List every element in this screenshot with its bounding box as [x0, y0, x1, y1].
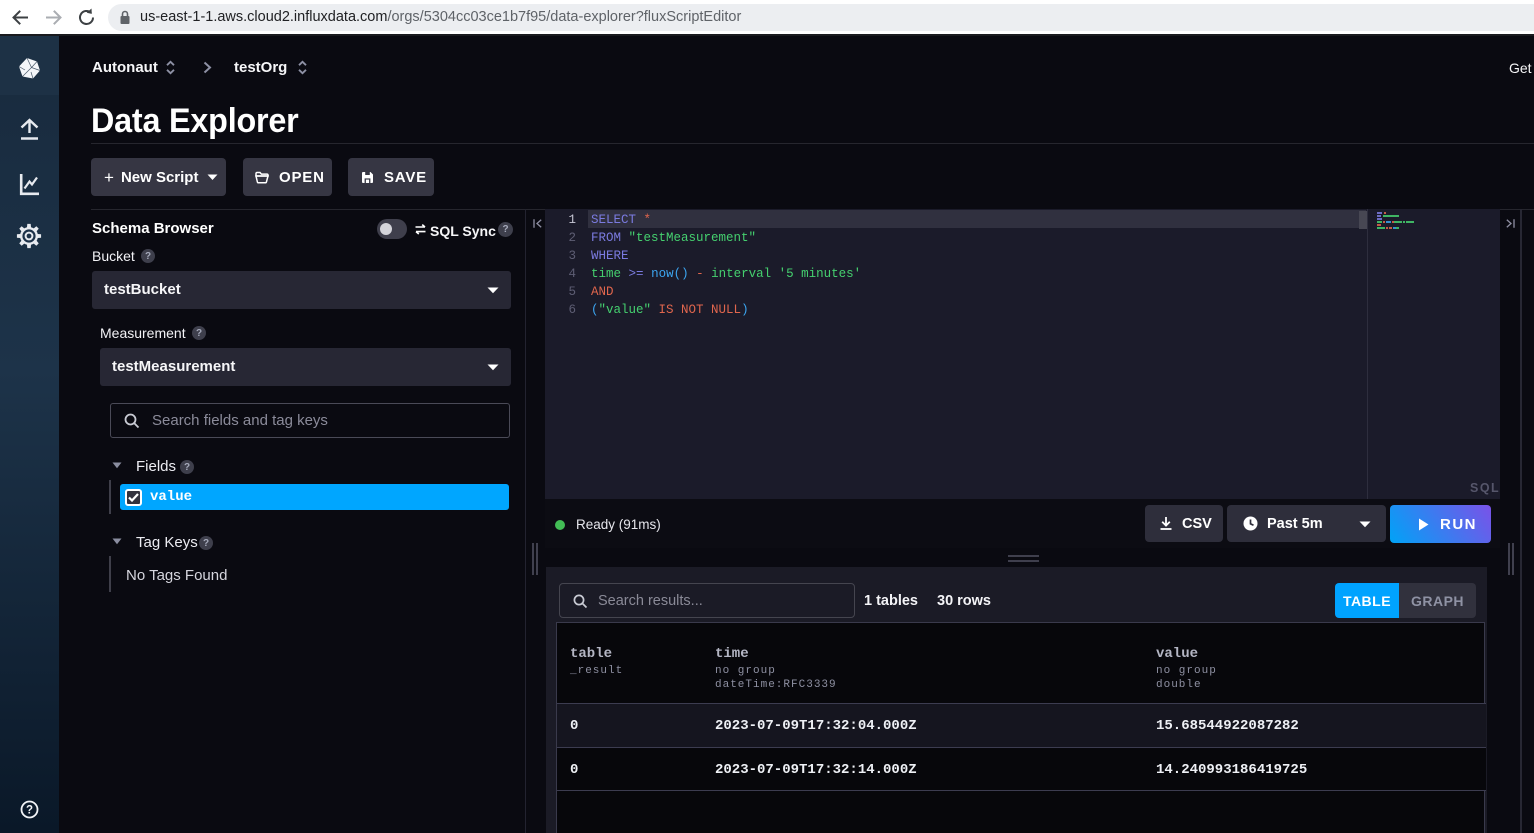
svg-text:?: ?: [26, 805, 33, 817]
